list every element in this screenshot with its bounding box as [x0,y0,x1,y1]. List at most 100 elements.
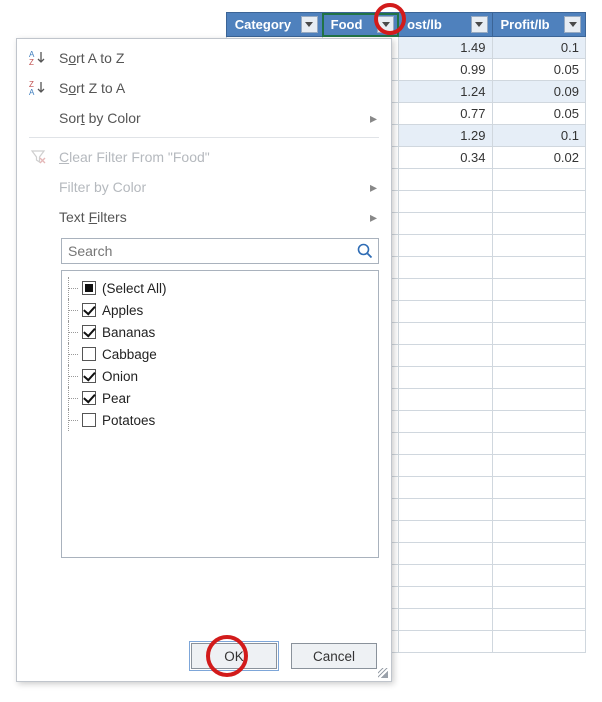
filter-tree-item[interactable]: Potatoes [68,409,372,431]
cell-cost[interactable] [399,257,492,279]
cell-cost[interactable] [399,323,492,345]
filter-dropdown-icon[interactable] [377,16,394,33]
cell-profit[interactable]: 0.02 [492,147,585,169]
cell-cost[interactable]: 1.29 [399,125,492,147]
cell-profit[interactable]: 0.09 [492,81,585,103]
svg-text:Z: Z [29,58,34,67]
cell-profit[interactable] [492,433,585,455]
filter-tree-item[interactable]: Onion [68,365,372,387]
cell-profit[interactable]: 0.1 [492,125,585,147]
cell-profit[interactable] [492,279,585,301]
cell-cost[interactable] [399,455,492,477]
header-category-label: Category [235,17,291,32]
cell-cost[interactable] [399,499,492,521]
cell-profit[interactable] [492,301,585,323]
cell-profit[interactable] [492,345,585,367]
cell-profit[interactable] [492,499,585,521]
cell-profit[interactable] [492,257,585,279]
filter-dropdown-icon[interactable] [301,16,318,33]
filter-tree-item[interactable]: Pear [68,387,372,409]
filter-tree-item-label: Cabbage [102,347,157,362]
cell-profit[interactable] [492,565,585,587]
cell-cost[interactable]: 1.24 [399,81,492,103]
submenu-arrow-icon: ▸ [370,209,377,226]
filter-tree-item[interactable]: Cabbage [68,343,372,365]
header-cost-label: ost/lb [407,17,442,32]
cell-cost[interactable] [399,411,492,433]
cell-cost[interactable] [399,543,492,565]
cell-profit[interactable] [492,191,585,213]
header-profit[interactable]: Profit/lb [492,13,585,37]
cell-cost[interactable] [399,301,492,323]
cell-profit[interactable] [492,235,585,257]
cell-profit[interactable] [492,367,585,389]
cell-cost[interactable]: 0.34 [399,147,492,169]
cell-cost[interactable]: 0.99 [399,59,492,81]
cancel-button[interactable]: Cancel [291,643,377,669]
cell-profit[interactable] [492,169,585,191]
cell-cost[interactable] [399,433,492,455]
cell-profit[interactable] [492,389,585,411]
checkbox-icon[interactable] [82,413,96,427]
sort-za[interactable]: Z A Sort Z to A [17,73,391,103]
filter-tree-item[interactable]: Bananas [68,321,372,343]
sort-by-color[interactable]: Sort by Color ▸ [17,103,391,133]
autofilter-panel: A Z Sort A to Z Z A Sort Z to A Sort by … [16,38,392,682]
checkbox-icon[interactable] [82,303,96,317]
cell-cost[interactable]: 1.49 [399,37,492,59]
cell-cost[interactable] [399,345,492,367]
sort-az[interactable]: A Z Sort A to Z [17,43,391,73]
cell-profit[interactable] [492,631,585,653]
sort-descending-icon: Z A [27,77,49,99]
cell-cost[interactable] [399,631,492,653]
cell-cost[interactable] [399,565,492,587]
cell-cost[interactable] [399,587,492,609]
header-category[interactable]: Category [226,13,322,37]
cell-profit[interactable] [492,587,585,609]
filter-tree-item-label: Pear [102,391,131,406]
cell-cost[interactable] [399,169,492,191]
cell-profit[interactable] [492,543,585,565]
cell-profit[interactable] [492,213,585,235]
checkbox-icon[interactable] [82,347,96,361]
header-profit-label: Profit/lb [501,17,550,32]
filter-tree-item[interactable]: (Select All) [68,277,372,299]
resize-grip-icon[interactable] [378,668,388,678]
checkbox-icon[interactable] [82,391,96,405]
cell-cost[interactable] [399,477,492,499]
sort-ascending-icon: A Z [27,47,49,69]
cell-cost[interactable] [399,279,492,301]
checkbox-icon[interactable] [82,325,96,339]
filter-dropdown-icon[interactable] [471,16,488,33]
cell-profit[interactable] [492,609,585,631]
filter-values-tree[interactable]: (Select All) ApplesBananas Cabbage Onion Pea… [61,270,379,558]
cell-profit[interactable] [492,411,585,433]
cell-profit[interactable] [492,323,585,345]
cell-cost[interactable] [399,191,492,213]
cell-cost[interactable] [399,367,492,389]
cell-profit[interactable] [492,521,585,543]
header-food[interactable]: Food [322,13,398,37]
filter-tree-item[interactable]: Apples [68,299,372,321]
cell-profit[interactable]: 0.1 [492,37,585,59]
cell-profit[interactable] [492,455,585,477]
cell-profit[interactable] [492,477,585,499]
cell-cost[interactable]: 0.77 [399,103,492,125]
cell-cost[interactable] [399,213,492,235]
clear-filter: Clear Filter From "Food" [17,142,391,172]
cell-cost[interactable] [399,389,492,411]
cell-cost[interactable] [399,521,492,543]
filter-dropdown-icon[interactable] [564,16,581,33]
cell-profit[interactable]: 0.05 [492,59,585,81]
checkbox-icon[interactable] [82,281,96,295]
cell-cost[interactable] [399,235,492,257]
filter-tree-item-label: Onion [102,369,138,384]
checkbox-icon[interactable] [82,369,96,383]
search-input[interactable] [61,238,379,264]
filter-tree-item-label: (Select All) [102,281,167,296]
header-cost[interactable]: ost/lb [399,13,492,37]
cell-profit[interactable]: 0.05 [492,103,585,125]
text-filters[interactable]: Text Filters ▸ [17,202,391,232]
ok-button[interactable]: OK [191,643,277,669]
cell-cost[interactable] [399,609,492,631]
